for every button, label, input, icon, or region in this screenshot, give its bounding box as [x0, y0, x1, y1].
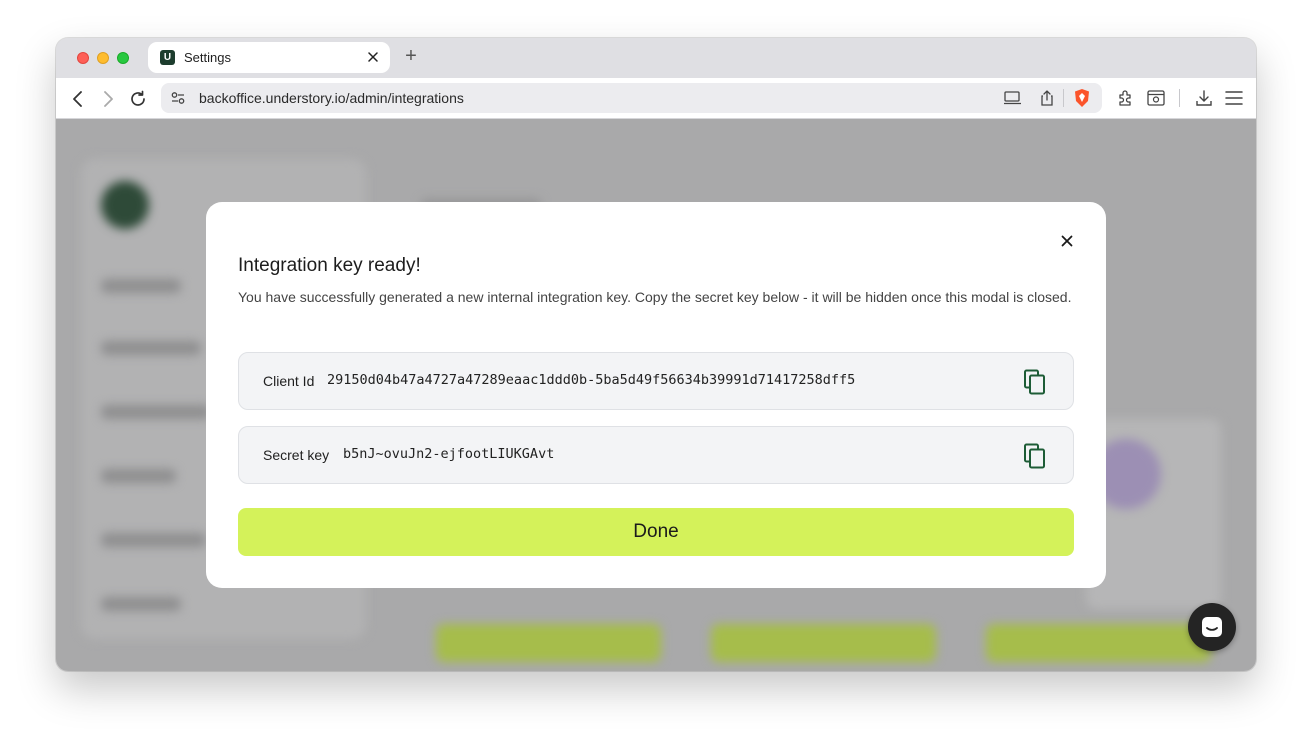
card-button	[986, 624, 1211, 662]
copy-client-id-icon[interactable]	[1023, 369, 1047, 395]
secret-key-value[interactable]: b5nJ~ovuJn2-ejfootLIUKGAvt	[343, 446, 554, 462]
page-content: Integration key ready! You have successf…	[56, 119, 1256, 671]
secret-key-field: Secret key b5nJ~ovuJn2-ejfootLIUKGAvt	[238, 426, 1074, 484]
understory-favicon-icon: U	[160, 50, 175, 65]
tab-settings[interactable]: U Settings	[148, 42, 390, 73]
tab-bar: U Settings +	[56, 38, 1256, 78]
brave-shield-icon[interactable]	[1072, 88, 1092, 108]
secret-key-label: Secret key	[263, 447, 330, 463]
modal-description: You have successfully generated a new in…	[238, 289, 1072, 305]
menu-icon[interactable]	[1224, 88, 1244, 108]
sidebar-item	[101, 597, 181, 611]
share-icon[interactable]	[1037, 88, 1057, 108]
new-tab-button[interactable]: +	[402, 46, 420, 66]
sidebar-item	[101, 533, 206, 547]
tab-title: Settings	[184, 50, 231, 65]
sidebar-item	[101, 341, 201, 355]
close-icon[interactable]	[1058, 232, 1076, 250]
url-text: backoffice.understory.io/admin/integrati…	[199, 90, 464, 106]
reload-icon[interactable]	[127, 88, 149, 110]
download-icon[interactable]	[1194, 88, 1214, 108]
extensions-icon[interactable]	[1116, 88, 1136, 108]
leo-sidebar-icon[interactable]	[1146, 88, 1166, 108]
card-button	[436, 624, 661, 662]
client-id-field: Client Id 29150d04b47a4727a47289eaac1ddd…	[238, 352, 1074, 410]
address-bar[interactable]: backoffice.understory.io/admin/integrati…	[161, 83, 1102, 113]
close-window-button[interactable]	[77, 52, 89, 64]
tab-close-icon[interactable]	[364, 48, 382, 66]
cast-icon[interactable]	[1003, 88, 1023, 108]
forward-icon[interactable]	[97, 88, 119, 110]
done-button[interactable]: Done	[238, 508, 1074, 556]
back-icon[interactable]	[67, 88, 89, 110]
browser-toolbar: backoffice.understory.io/admin/integrati…	[56, 78, 1256, 119]
sidebar-item	[101, 405, 211, 419]
card-button	[711, 624, 936, 662]
sidebar-item	[101, 279, 181, 293]
sidebar-item	[101, 469, 176, 483]
site-settings-icon[interactable]	[171, 91, 185, 105]
minimize-window-button[interactable]	[97, 52, 109, 64]
maximize-window-button[interactable]	[117, 52, 129, 64]
chat-icon	[1202, 617, 1222, 637]
client-id-value[interactable]: 29150d04b47a4727a47289eaac1ddd0b-5ba5d49…	[327, 372, 855, 388]
chat-support-button[interactable]	[1188, 603, 1236, 651]
integration-key-modal: Integration key ready! You have successf…	[206, 202, 1106, 588]
avatar	[101, 181, 149, 229]
modal-title: Integration key ready!	[238, 255, 421, 276]
browser-window: U Settings + backoffice.understory.io/ad…	[56, 38, 1256, 671]
copy-secret-key-icon[interactable]	[1023, 443, 1047, 469]
client-id-label: Client Id	[263, 373, 315, 389]
